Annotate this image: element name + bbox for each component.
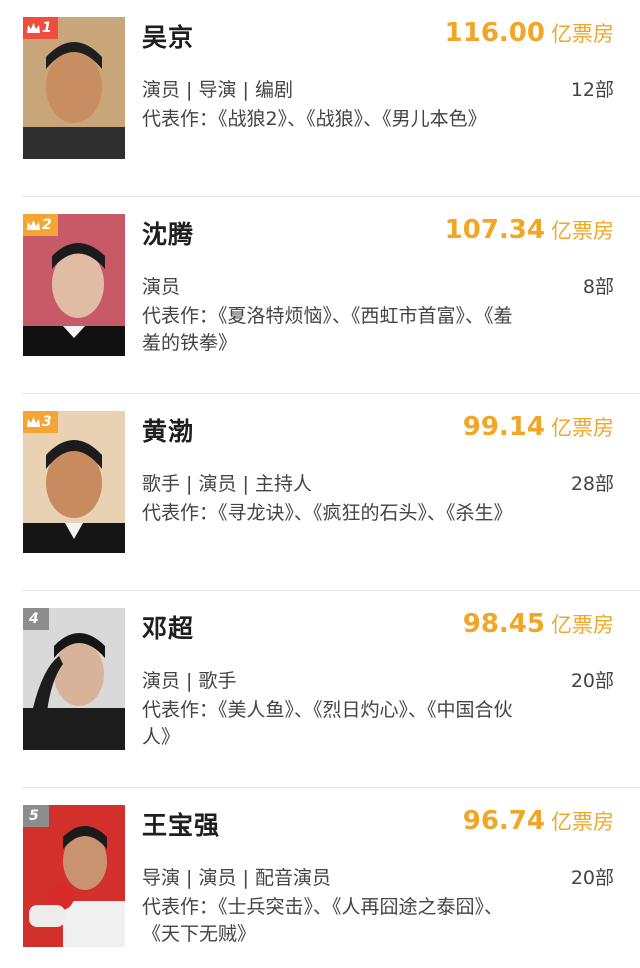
roles: 演员 <box>142 276 181 298</box>
representative-works: 代表作：《美人鱼》、《烈日灼心》、《中国合伙人》 <box>142 699 513 748</box>
crown-icon <box>27 416 40 427</box>
list-item-4[interactable]: 4 邓超 98.45 亿票房 演员 | 歌手 20部 代表作：《美人鱼》、《烈日… <box>0 591 640 788</box>
rank-badge: 2 <box>23 214 58 236</box>
box-office: 116.00 亿票房 <box>445 18 614 48</box>
box-office: 96.74 亿票房 <box>463 806 614 836</box>
representative-works: 代表作：《夏洛特烦恼》、《西虹市首富》、《羞羞的铁拳》 <box>142 305 513 354</box>
rank-badge: 1 <box>23 17 58 39</box>
list-item-2[interactable]: 2 沈腾 107.34 亿票房 演员 8部 代表作：《夏洛特烦恼》、《西虹市首富… <box>0 197 640 394</box>
box-office-unit: 亿票房 <box>551 219 614 243</box>
roles: 歌手 | 演员 | 主持人 <box>142 473 312 495</box>
box-office-value: 107.34 <box>444 215 545 245</box>
star-name[interactable]: 吴京 <box>142 18 194 54</box>
rank-badge: 5 <box>23 805 49 827</box>
representative-works: 代表作：《士兵突击》、《人再囧途之泰囧》、《天下无贼》 <box>142 896 504 945</box>
film-count: 12部 <box>570 79 614 101</box>
avatar[interactable]: 5 <box>23 805 125 947</box>
box-office-value: 96.74 <box>462 806 545 836</box>
rank-number: 5 <box>29 808 39 824</box>
box-office-value: 99.14 <box>462 412 545 442</box>
rank-badge: 4 <box>23 608 49 630</box>
crown-icon <box>27 22 40 33</box>
star-name[interactable]: 沈腾 <box>142 215 194 251</box>
box-office-value: 98.45 <box>462 609 545 639</box>
rank-badge: 3 <box>23 411 58 433</box>
crown-icon <box>27 219 40 230</box>
list-item-3[interactable]: 3 黄渤 99.14 亿票房 歌手 | 演员 | 主持人 28部 代表作：《寻龙… <box>0 394 640 591</box>
star-name[interactable]: 邓超 <box>142 609 194 645</box>
avatar[interactable]: 4 <box>23 608 125 750</box>
film-count: 20部 <box>570 670 614 692</box>
box-office: 107.34 亿票房 <box>445 215 614 245</box>
box-office-value: 116.00 <box>444 18 545 48</box>
ranking-list: 1 吴京 116.00 亿票房 演员 | 导演 | 编剧 12部 代表作：《战狼… <box>0 0 640 968</box>
box-office-unit: 亿票房 <box>551 810 614 834</box>
box-office: 99.14 亿票房 <box>463 412 614 442</box>
roles: 演员 | 歌手 <box>142 670 237 692</box>
roles: 导演 | 演员 | 配音演员 <box>142 867 331 889</box>
box-office-unit: 亿票房 <box>551 416 614 440</box>
rank-number: 4 <box>29 611 39 627</box>
film-count: 20部 <box>570 867 614 889</box>
box-office-unit: 亿票房 <box>551 613 614 637</box>
avatar[interactable]: 2 <box>23 214 125 356</box>
representative-works: 代表作：《战狼2》、《战狼》、《男儿本色》 <box>142 108 487 130</box>
film-count: 28部 <box>570 473 614 495</box>
box-office-unit: 亿票房 <box>551 22 614 46</box>
list-item-5[interactable]: 5 王宝强 96.74 亿票房 导演 | 演员 | 配音演员 20部 代表作：《… <box>0 788 640 968</box>
roles: 演员 | 导演 | 编剧 <box>142 79 293 101</box>
avatar[interactable]: 3 <box>23 411 125 553</box>
list-item-1[interactable]: 1 吴京 116.00 亿票房 演员 | 导演 | 编剧 12部 代表作：《战狼… <box>0 0 640 197</box>
avatar[interactable]: 1 <box>23 17 125 159</box>
representative-works: 代表作：《寻龙诀》、《疯狂的石头》、《杀生》 <box>142 502 513 524</box>
rank-number: 2 <box>42 217 52 233</box>
star-name[interactable]: 黄渤 <box>142 412 194 448</box>
star-name[interactable]: 王宝强 <box>142 806 220 842</box>
box-office: 98.45 亿票房 <box>463 609 614 639</box>
rank-number: 3 <box>42 414 52 430</box>
film-count: 8部 <box>582 276 614 298</box>
rank-number: 1 <box>42 20 52 36</box>
